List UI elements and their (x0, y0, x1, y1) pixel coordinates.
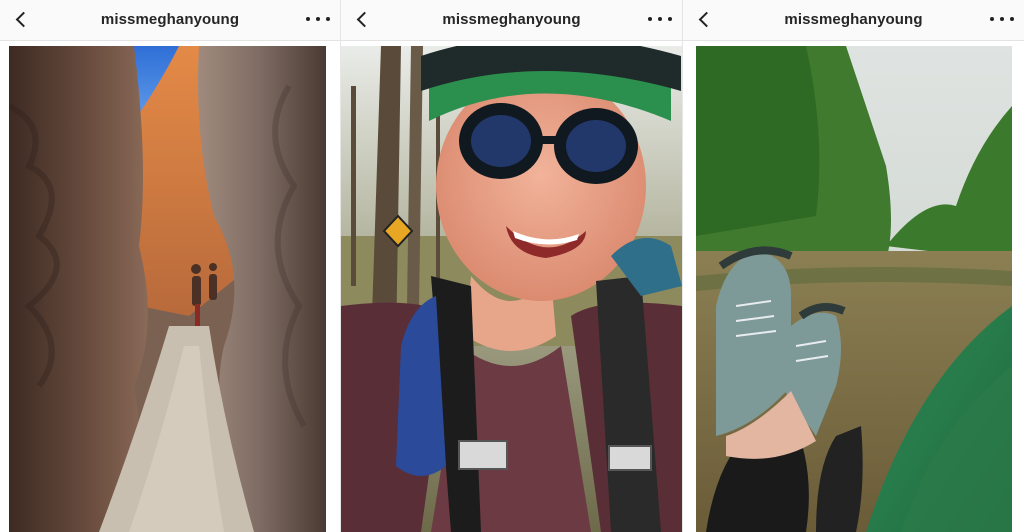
username-label[interactable]: missmeghanyoung (683, 11, 1024, 28)
username-label[interactable]: missmeghanyoung (341, 11, 682, 28)
post-header: missmeghanyoung (0, 0, 340, 41)
boat-feet-river-photo (696, 46, 1012, 532)
more-options-button[interactable] (648, 12, 672, 26)
post-photo-selfie[interactable] (341, 46, 682, 532)
post-panel-2: missmeghanyoung (341, 0, 682, 532)
post-photo-canyon[interactable] (9, 46, 326, 532)
username-label[interactable]: missmeghanyoung (0, 11, 340, 28)
more-options-button[interactable] (306, 12, 330, 26)
story-strip: missmeghanyoung missmeghanyoung missmegh… (0, 0, 1024, 532)
selfie-helmet-sunglasses-photo (341, 46, 682, 532)
more-options-button[interactable] (990, 12, 1014, 26)
post-panel-3: missmeghanyoung (683, 0, 1024, 532)
post-header: missmeghanyoung (683, 0, 1024, 41)
post-photo-river[interactable] (696, 46, 1012, 532)
slot-canyon-hikers-photo (9, 46, 326, 532)
post-header: missmeghanyoung (341, 0, 682, 41)
post-panel-1: missmeghanyoung (0, 0, 340, 532)
